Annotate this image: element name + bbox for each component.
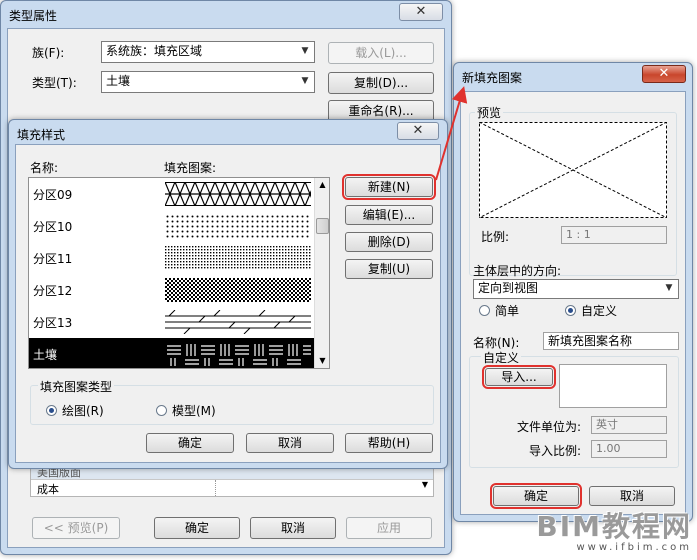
watermark: BIM教程网 www.ifbim.com	[532, 512, 692, 560]
watermark-brand: BIM教程网	[536, 510, 692, 543]
watermark-url: www.ifbim.com	[576, 542, 692, 553]
annotation-arrow	[435, 86, 468, 181]
